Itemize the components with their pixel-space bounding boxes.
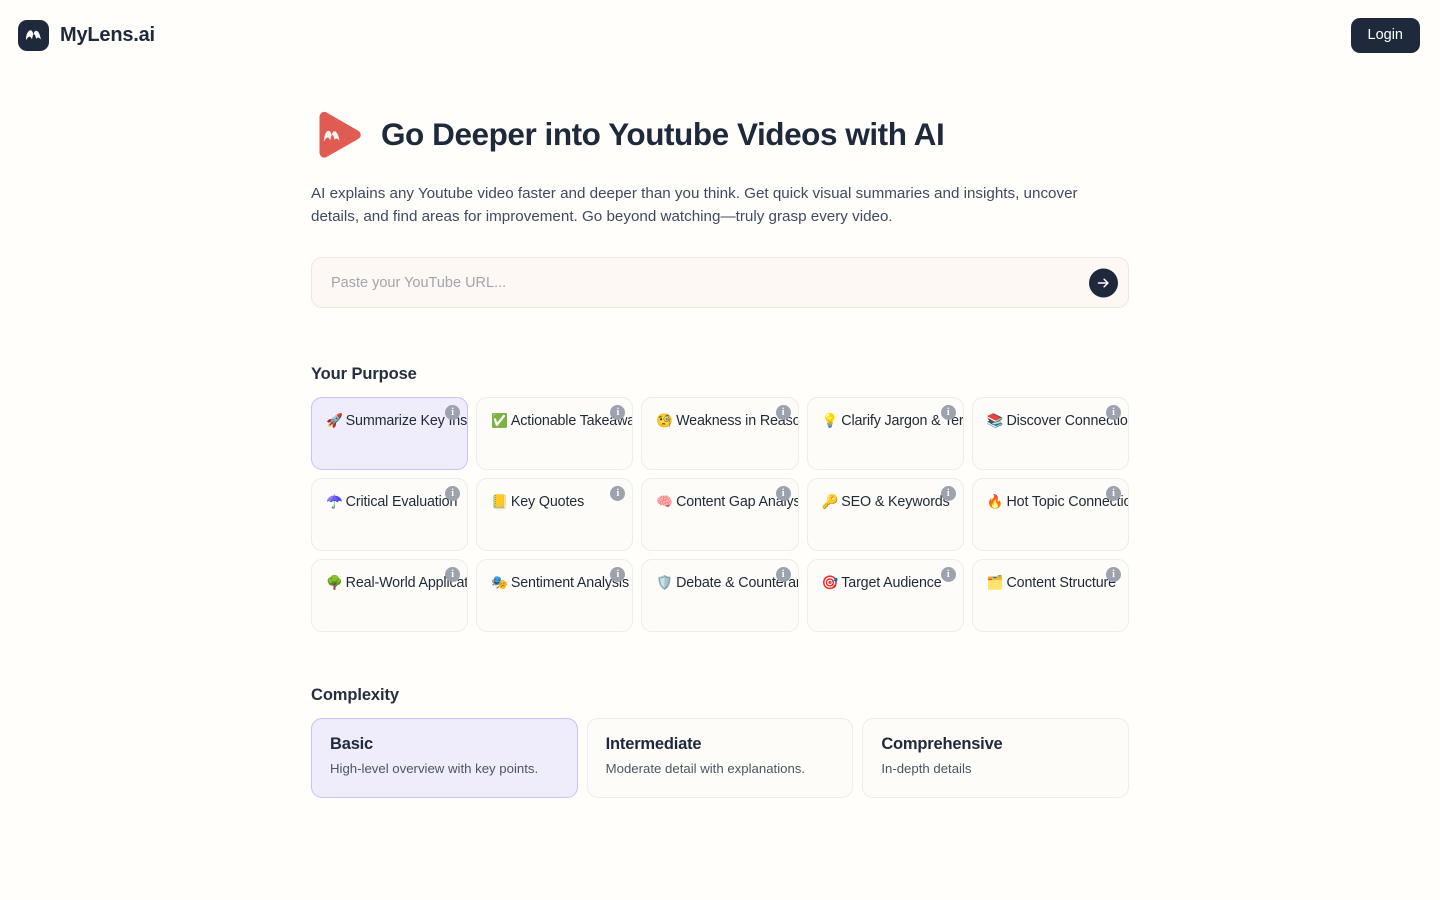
login-button[interactable]: Login bbox=[1350, 18, 1420, 54]
info-icon[interactable]: i bbox=[1105, 567, 1121, 582]
hero-description: AI explains any Youtube video faster and… bbox=[311, 185, 1078, 225]
purpose-section: Your Purpose 🚀Summarize Key Insights i ✅… bbox=[311, 365, 1129, 632]
tree-icon: 🌳 bbox=[326, 575, 343, 591]
monocle-face-icon: 🧐 bbox=[656, 413, 674, 429]
rocket-icon: 🚀 bbox=[326, 413, 343, 429]
purpose-card-weakness-in-reasoning[interactable]: 🧐Weakness in Reasoning i bbox=[641, 397, 799, 470]
hero-heading-row: Go Deeper into Youtube Videos with AI bbox=[311, 103, 1129, 165]
purpose-card-label: 📚 Discover Connections bbox=[986, 411, 1128, 432]
complexity-card-description: In-depth details bbox=[881, 761, 972, 776]
purpose-card-summarize-key-insights[interactable]: 🚀Summarize Key Insights i bbox=[311, 397, 469, 470]
light-bulb-icon: 💡 bbox=[821, 413, 839, 429]
complexity-card-intermediate[interactable]: Intermediate Moderate detail with explan… bbox=[586, 718, 854, 798]
main-content: Go Deeper into Youtube Videos with AI AI… bbox=[311, 103, 1129, 798]
complexity-card-name: Comprehensive bbox=[881, 735, 1003, 753]
submit-url-button[interactable] bbox=[1089, 268, 1118, 297]
brand-logo[interactable]: MyLens.ai bbox=[18, 20, 155, 51]
complexity-card-name: Basic bbox=[330, 735, 374, 753]
page-title: Go Deeper into Youtube Videos with AI bbox=[381, 115, 945, 152]
purpose-card-critical-evaluation[interactable]: ☂️ Critical Evaluation i bbox=[311, 478, 469, 551]
purpose-card-label: 🧐Weakness in Reasoning bbox=[656, 411, 797, 432]
info-icon[interactable]: i bbox=[940, 567, 956, 582]
info-icon[interactable]: i bbox=[445, 486, 461, 501]
purpose-card-label: 🚀Summarize Key Insights bbox=[326, 411, 467, 432]
info-icon[interactable]: i bbox=[610, 486, 626, 501]
complexity-card-name: Intermediate bbox=[605, 735, 702, 753]
purpose-card-label: 📒 Key Quotes bbox=[491, 492, 618, 513]
purpose-card-label: 🔑 SEO & Keywords bbox=[821, 492, 950, 513]
complexity-section-title: Complexity bbox=[311, 686, 399, 704]
purpose-card-label: 🌳Real-World Application bbox=[326, 573, 467, 594]
purpose-card-discover-connections[interactable]: 📚 Discover Connections i bbox=[971, 397, 1129, 470]
complexity-card-description: High-level overview with key points. bbox=[330, 761, 539, 776]
shield-icon: 🛡️ bbox=[656, 575, 674, 591]
info-icon[interactable]: i bbox=[940, 405, 956, 420]
info-icon[interactable]: i bbox=[775, 486, 791, 501]
purpose-card-label: ✅Actionable Takeaways bbox=[491, 411, 632, 432]
brand-name-text: MyLens.ai bbox=[60, 24, 155, 46]
purpose-card-sentiment-analysis[interactable]: 🎭 Sentiment Analysis i bbox=[476, 559, 634, 632]
purpose-card-content-gap-analysis[interactable]: 🧠 Content Gap Analysis i bbox=[641, 478, 799, 551]
card-index-dividers-icon: 🗂️ bbox=[986, 575, 1004, 591]
ledger-notebook-icon: 📒 bbox=[491, 494, 508, 510]
check-mark-icon: ✅ bbox=[491, 413, 508, 429]
books-icon: 📚 bbox=[986, 413, 1004, 429]
purpose-card-debate-counterargument[interactable]: 🛡️Debate & Counterargument i bbox=[641, 559, 799, 632]
target-icon: 🎯 bbox=[821, 575, 839, 591]
complexity-card-description: Moderate detail with explanations. bbox=[605, 761, 806, 776]
purpose-card-label: 🗂️ Content Structure bbox=[986, 573, 1116, 594]
youtube-url-input[interactable] bbox=[311, 257, 1129, 308]
purpose-card-label: 🔥Hot Topic Connections bbox=[986, 492, 1128, 513]
red-play-button-logo-icon bbox=[311, 110, 364, 159]
purpose-card-text: Critical Evaluation bbox=[345, 494, 458, 510]
purpose-card-actionable-takeaways[interactable]: ✅Actionable Takeaways i bbox=[476, 397, 634, 470]
purpose-card-grid: 🚀Summarize Key Insights i ✅Actionable Ta… bbox=[311, 397, 1129, 632]
info-icon[interactable]: i bbox=[940, 486, 956, 501]
purpose-card-label: 🛡️Debate & Counterargument bbox=[656, 573, 797, 594]
purpose-card-content-structure[interactable]: 🗂️ Content Structure i bbox=[971, 559, 1129, 632]
youtube-url-form bbox=[311, 257, 1129, 308]
complexity-card-basic[interactable]: Basic High-level overview with key point… bbox=[311, 718, 578, 798]
purpose-card-seo-keywords[interactable]: 🔑 SEO & Keywords i bbox=[806, 478, 964, 551]
umbrella-icon: ☂️ bbox=[326, 494, 343, 510]
purpose-card-target-audience[interactable]: 🎯 Target Audience i bbox=[806, 559, 964, 632]
purpose-card-label: 🎭 Sentiment Analysis bbox=[491, 573, 629, 594]
page-root: MyLens.ai Login Go Deeper into Youtube V… bbox=[0, 0, 1440, 900]
purpose-card-real-world-application[interactable]: 🌳Real-World Application i bbox=[311, 559, 469, 632]
purpose-card-text: SEO & Keywords bbox=[841, 494, 950, 510]
info-icon[interactable]: i bbox=[1105, 405, 1121, 420]
purpose-card-text: Target Audience bbox=[841, 575, 942, 591]
purpose-card-key-quotes[interactable]: 📒 Key Quotes i bbox=[476, 478, 634, 551]
purpose-section-title: Your Purpose bbox=[311, 365, 417, 383]
purpose-card-label: ☂️ Critical Evaluation bbox=[326, 492, 457, 513]
mylens-mountain-logo-icon bbox=[18, 20, 49, 51]
theater-masks-icon: 🎭 bbox=[491, 575, 508, 591]
arrow-right-icon bbox=[1096, 275, 1111, 290]
info-icon[interactable]: i bbox=[775, 567, 791, 582]
key-icon: 🔑 bbox=[821, 494, 839, 510]
purpose-card-label: 💡Clarify Jargon & Terms bbox=[821, 411, 963, 432]
purpose-card-hot-topic-connections[interactable]: 🔥Hot Topic Connections i bbox=[971, 478, 1129, 551]
info-icon[interactable]: i bbox=[1105, 486, 1121, 501]
fire-icon: 🔥 bbox=[986, 494, 1004, 510]
purpose-card-label: 🎯 Target Audience bbox=[822, 573, 949, 594]
top-navigation-bar: MyLens.ai Login bbox=[0, 0, 1440, 72]
purpose-card-label: 🧠 Content Gap Analysis bbox=[656, 492, 797, 513]
complexity-card-comprehensive[interactable]: Comprehensive In-depth details bbox=[862, 718, 1129, 798]
info-icon[interactable]: i bbox=[775, 405, 791, 420]
purpose-card-text: Content Structure bbox=[1006, 575, 1116, 591]
complexity-card-grid: Basic High-level overview with key point… bbox=[311, 718, 1129, 798]
purpose-card-text: Key Quotes bbox=[510, 494, 585, 510]
brain-icon: 🧠 bbox=[656, 494, 674, 510]
complexity-section: Complexity Basic High-level overview wit… bbox=[311, 686, 1129, 798]
purpose-card-clarify-jargon-terms[interactable]: 💡Clarify Jargon & Terms i bbox=[806, 397, 964, 470]
